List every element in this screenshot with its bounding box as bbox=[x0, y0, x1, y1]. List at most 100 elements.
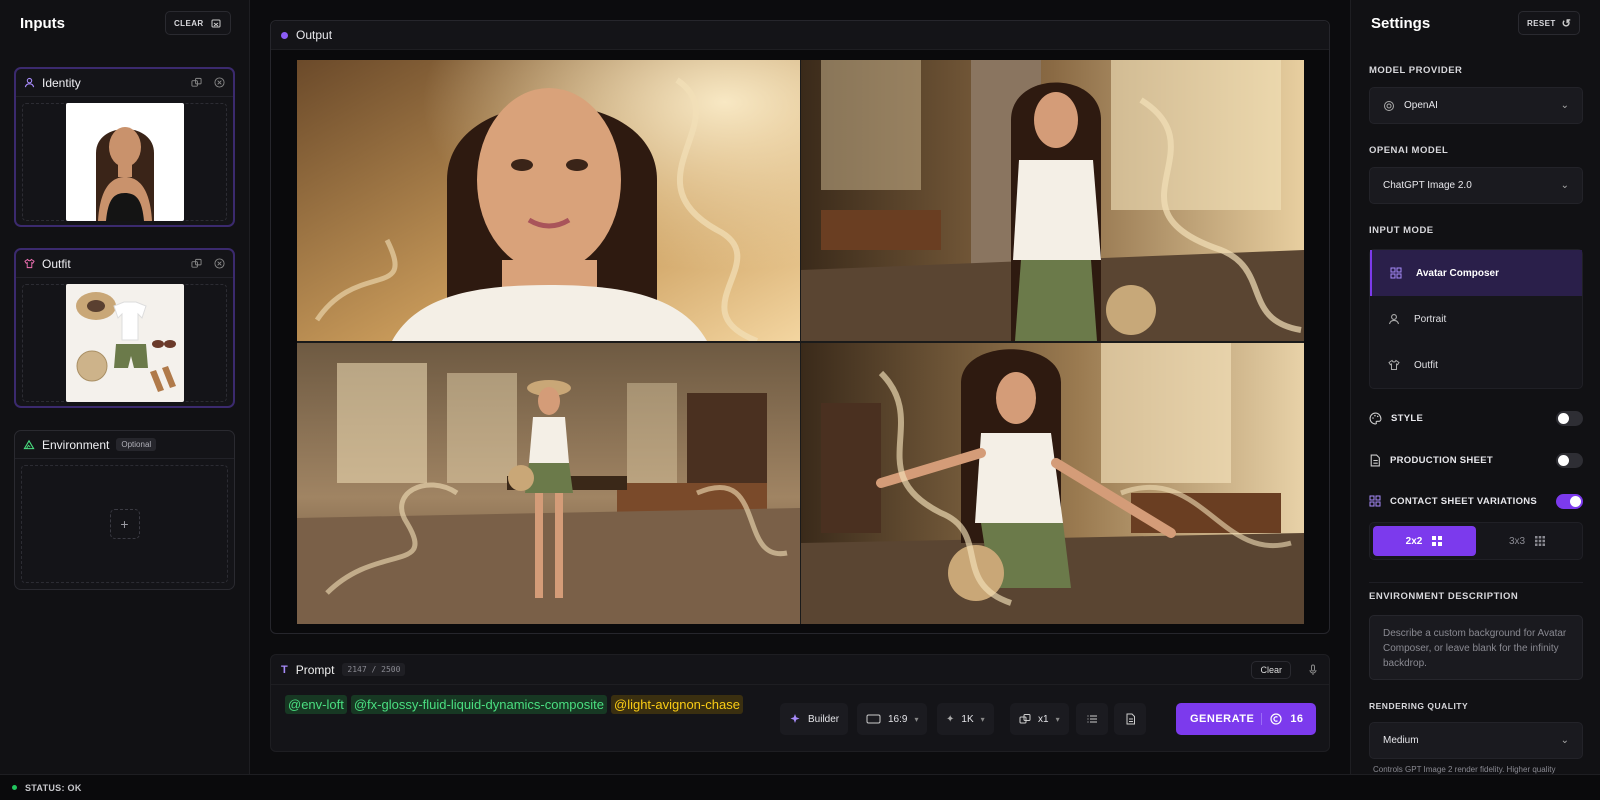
outfit-card: Outfit bbox=[14, 248, 235, 408]
aspect-select[interactable]: 16:9 ▾ bbox=[857, 703, 928, 735]
style-toggle-row: STYLE bbox=[1369, 408, 1583, 428]
outfit-card-header: Outfit bbox=[16, 250, 233, 278]
openai-icon bbox=[1384, 100, 1394, 111]
rendering-quality-hint: Controls GPT Image 2 render fidelity. Hi… bbox=[1373, 765, 1556, 774]
count-value: x1 bbox=[1038, 713, 1049, 725]
contact-sheet-row: CONTACT SHEET VARIATIONS bbox=[1369, 491, 1583, 511]
inputs-panel: Inputs CLEAR Identity Outfit Environment… bbox=[0, 0, 250, 774]
output-dot-icon bbox=[281, 31, 288, 39]
reset-label: RESET bbox=[1527, 18, 1556, 28]
mic-icon[interactable] bbox=[1307, 664, 1319, 676]
status-bar: STATUS: OK bbox=[0, 774, 1600, 800]
outfit-dropzone[interactable] bbox=[22, 284, 227, 402]
output-image-3[interactable] bbox=[297, 342, 800, 625]
model-label: OPENAI MODEL bbox=[1369, 145, 1449, 156]
aspect-icon bbox=[866, 714, 881, 724]
identity-dropzone[interactable] bbox=[22, 103, 227, 221]
output-header: Output bbox=[271, 21, 1329, 50]
add-environment-button[interactable]: + bbox=[109, 509, 140, 539]
remove-outfit-icon[interactable] bbox=[214, 258, 225, 269]
copies-icon bbox=[1019, 714, 1031, 724]
grid-2x2-label: 2x2 bbox=[1405, 535, 1423, 547]
mountain-icon bbox=[23, 439, 35, 450]
mode-label: Outfit bbox=[1414, 359, 1438, 371]
output-panel: Output bbox=[270, 20, 1330, 634]
person-icon bbox=[1388, 314, 1400, 325]
builder-button[interactable]: Builder bbox=[780, 703, 849, 735]
model-provider-select[interactable]: OpenAI ⌄ bbox=[1369, 87, 1583, 124]
aspect-value: 16:9 bbox=[888, 713, 908, 725]
count-select[interactable]: x1 ▾ bbox=[1010, 703, 1069, 735]
grid-size-segmented: 2x2 3x3 bbox=[1369, 522, 1583, 560]
mode-avatar-composer[interactable]: Avatar Composer bbox=[1370, 250, 1582, 296]
input-mode-label: INPUT MODE bbox=[1369, 225, 1434, 236]
mode-portrait[interactable]: Portrait bbox=[1370, 296, 1582, 342]
production-sheet-switch[interactable] bbox=[1556, 452, 1583, 468]
prompt-token[interactable]: @env-loft bbox=[285, 695, 347, 714]
prompt-token[interactable]: @fx-glossy-fluid-liquid-dynamics-composi… bbox=[350, 695, 607, 714]
inputs-title: Inputs bbox=[20, 15, 65, 32]
link-icon[interactable] bbox=[191, 77, 202, 88]
model-select[interactable]: ChatGPT Image 2.0 ⌄ bbox=[1369, 167, 1583, 204]
clear-inputs-label: CLEAR bbox=[174, 18, 204, 28]
style-switch[interactable] bbox=[1556, 410, 1583, 426]
generate-label: GENERATE bbox=[1190, 713, 1255, 725]
chevron-down-icon: ⌄ bbox=[1560, 735, 1569, 746]
prompt-title: Prompt bbox=[295, 662, 335, 677]
sparkle-small-icon: ✦ bbox=[946, 713, 955, 725]
app: Inputs CLEAR Identity Outfit Environment… bbox=[0, 0, 1600, 800]
mode-label: Avatar Composer bbox=[1416, 267, 1499, 279]
clear-inputs-button[interactable]: CLEAR bbox=[165, 11, 231, 35]
rendering-quality-select[interactable]: Medium ⌄ bbox=[1369, 722, 1583, 759]
environment-dropzone[interactable]: + bbox=[21, 465, 228, 583]
reset-button[interactable]: RESET ↺ bbox=[1518, 11, 1581, 35]
grid-2x2-option[interactable]: 2x2 bbox=[1373, 526, 1476, 556]
grid-3x3-option[interactable]: 3x3 bbox=[1476, 526, 1579, 556]
environment-description-input[interactable]: Describe a custom background for Avatar … bbox=[1369, 615, 1583, 680]
outfit-thumbnail bbox=[65, 284, 184, 402]
generate-button[interactable]: GENERATE 16 bbox=[1176, 703, 1316, 735]
identity-thumbnail bbox=[65, 103, 184, 221]
builder-label: Builder bbox=[808, 713, 840, 725]
environment-card: Environment Optional + bbox=[14, 430, 235, 590]
rendering-quality-value: Medium bbox=[1383, 735, 1419, 746]
prompt-char-counter: 2147 / 2500 bbox=[342, 663, 406, 676]
output-image-1[interactable] bbox=[297, 60, 800, 342]
settings-title: Settings bbox=[1371, 15, 1431, 32]
chevron-down-icon: ⌄ bbox=[1560, 100, 1569, 111]
mode-label: Portrait bbox=[1414, 313, 1447, 325]
status-ok-dot-icon bbox=[12, 785, 17, 790]
model-value: ChatGPT Image 2.0 bbox=[1383, 180, 1472, 191]
sparkle-icon bbox=[790, 714, 800, 723]
mode-outfit[interactable]: Outfit bbox=[1370, 342, 1582, 388]
list-icon bbox=[1087, 715, 1097, 723]
output-image-4[interactable] bbox=[801, 342, 1304, 625]
link-icon[interactable] bbox=[191, 258, 202, 269]
environment-description-label: ENVIRONMENT DESCRIPTION bbox=[1369, 591, 1519, 602]
identity-card: Identity bbox=[14, 67, 235, 227]
output-image-2[interactable] bbox=[801, 60, 1304, 342]
status-text: STATUS: OK bbox=[25, 782, 82, 793]
document-icon bbox=[1126, 713, 1135, 725]
main-area: Output T Prompt 2147 / 2500 Clear @env-l… bbox=[250, 0, 1350, 774]
model-provider-value: OpenAI bbox=[1404, 100, 1438, 111]
reset-icon: ↺ bbox=[1561, 17, 1572, 30]
document-button[interactable] bbox=[1114, 703, 1146, 735]
contact-sheet-switch[interactable] bbox=[1556, 493, 1583, 509]
prompt-token[interactable]: @light-avignon-chase bbox=[611, 695, 743, 714]
document-icon bbox=[1370, 454, 1380, 466]
style-label: STYLE bbox=[1391, 412, 1424, 424]
grid-3x3-icon bbox=[1535, 536, 1546, 546]
environment-label: Environment bbox=[42, 437, 110, 452]
chevron-down-icon: ▾ bbox=[980, 714, 985, 724]
remove-identity-icon[interactable] bbox=[214, 77, 225, 88]
production-sheet-row: PRODUCTION SHEET bbox=[1369, 450, 1583, 470]
prompt-clear-button[interactable]: Clear bbox=[1251, 660, 1291, 679]
clear-icon bbox=[211, 19, 221, 28]
prompt-tokens[interactable]: @env-loft @fx-glossy-fluid-liquid-dynamic… bbox=[285, 695, 747, 714]
resolution-select[interactable]: ✦ 1K ▾ bbox=[937, 703, 994, 735]
list-button[interactable] bbox=[1076, 703, 1108, 735]
contact-sheet-label: CONTACT SHEET VARIATIONS bbox=[1390, 495, 1538, 507]
rendering-quality-label: RENDERING QUALITY bbox=[1369, 701, 1469, 711]
shirt-icon bbox=[1388, 359, 1400, 370]
